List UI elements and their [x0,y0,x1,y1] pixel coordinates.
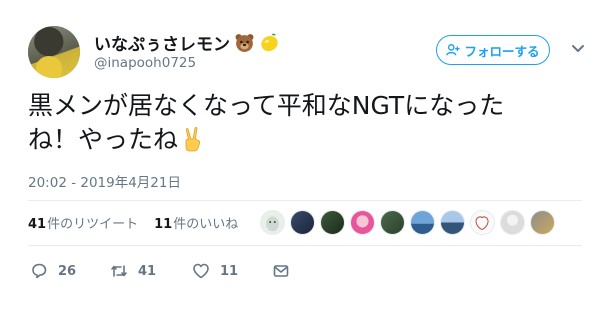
liker-avatar[interactable] [470,210,495,235]
chevron-down-icon[interactable] [571,44,585,54]
author-handle[interactable]: @inapooh0725 [94,55,196,71]
reply-count: 26 [58,263,77,279]
add-user-icon [446,44,461,56]
liker-avatar[interactable] [380,210,405,235]
liker-avatar[interactable] [350,210,375,235]
reply-button[interactable]: 26 [30,262,110,280]
liker-avatar[interactable] [290,210,315,235]
envelope-icon [273,265,289,277]
like-count: 11 [220,263,239,279]
divider [28,245,582,246]
follow-button[interactable]: フォローする [436,35,550,65]
retweet-stat-label: 件のリツイート [47,217,139,232]
avatar-image-detail [36,56,62,78]
retweet-count: 41 [138,263,157,279]
tweet-text-line-2: ね！やったね [28,125,179,154]
liker-avatar[interactable] [500,210,525,235]
lemon-icon [259,32,280,53]
direct-message-button[interactable] [272,262,290,280]
author-name-row[interactable]: いなぷぅさレモン [94,30,280,55]
divider [28,200,582,201]
follow-button-label: フォローする [464,43,540,59]
retweet-stat[interactable]: 41件のリツイート [28,213,138,232]
retweet-stat-count: 41 [28,217,47,232]
liker-avatars [260,210,555,235]
author-display-name[interactable]: いなぷぅさレモン [94,30,230,55]
tweet-text: 黒メンが居なくなって平和なNGTになった ね！やったね [28,89,588,157]
author-avatar[interactable] [28,26,80,78]
retweet-button[interactable]: 41 [110,262,192,280]
liker-avatar[interactable] [320,210,345,235]
like-button[interactable]: 11 [192,262,272,280]
like-stat[interactable]: 11件のいいね [154,213,238,232]
tweet-actions: 26 41 11 [30,262,290,280]
victory-hand-icon [180,126,206,152]
retweet-icon [111,265,127,277]
engagement-stats: 41件のリツイート 11件のいいね [28,213,254,232]
liker-avatar[interactable] [440,210,465,235]
tweet-text-line-1: 黒メンが居なくなって平和なNGTになった [28,91,505,120]
heart-icon [193,263,209,279]
tweet-timestamp[interactable]: 20:02 - 2019年4月21日 [28,171,181,191]
bear-face-icon [234,32,255,53]
liker-avatar[interactable] [530,210,555,235]
reply-icon [32,263,47,279]
liker-avatar[interactable] [260,210,285,235]
like-stat-count: 11 [154,217,173,232]
like-stat-label: 件のいいね [173,217,239,232]
liker-avatar[interactable] [410,210,435,235]
